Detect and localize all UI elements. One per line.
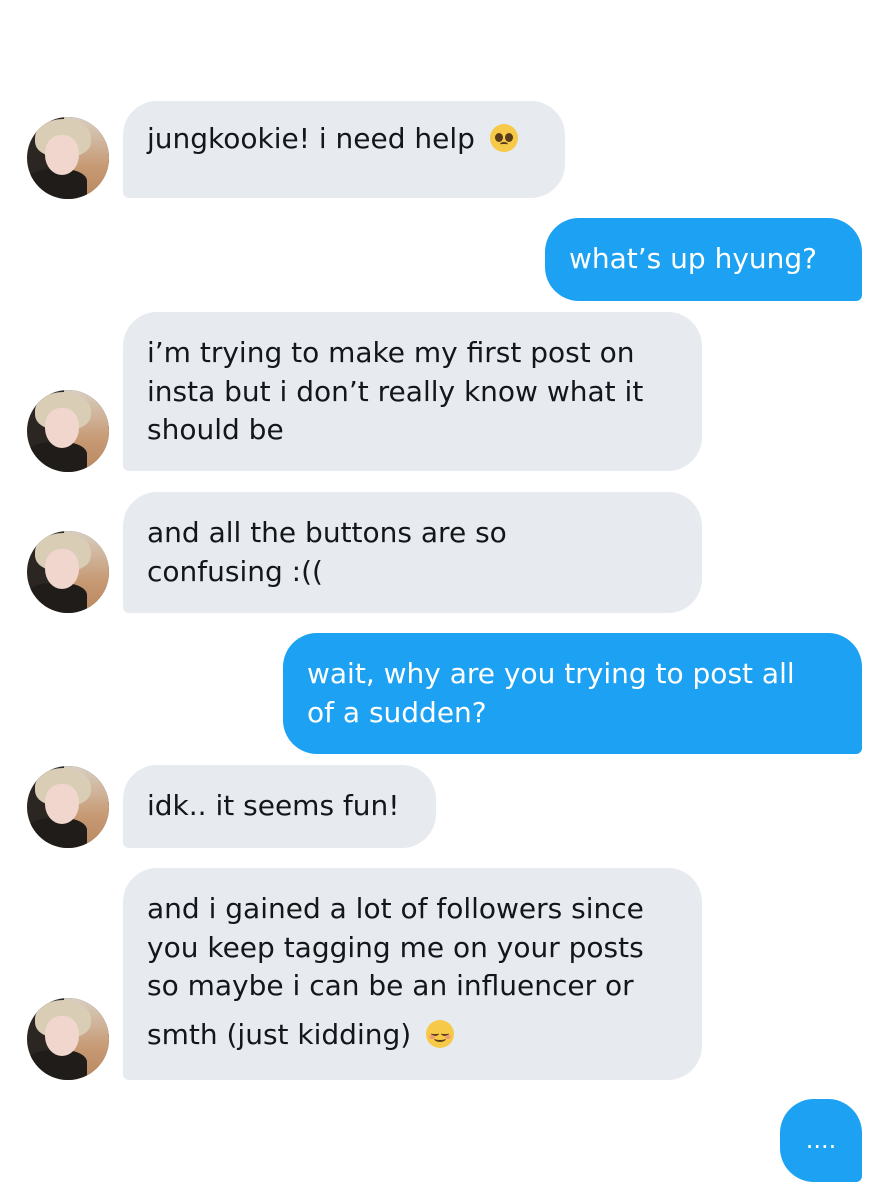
message-line: wait, why are you trying to post all [307,657,795,690]
message-line: should be [147,413,284,446]
avatar[interactable] [27,766,109,848]
message-line: i’m trying to make my first post on [147,336,635,369]
message-line: so maybe i can be an influencer or [147,969,634,1002]
message-line: and all the buttons are so [147,516,507,549]
message-text: idk.. it seems fun! [147,789,400,822]
message-text: jungkookie! i need help [147,122,475,155]
message-bubble[interactable]: .... [780,1099,862,1182]
message-line: smth (just kidding) [147,1017,412,1051]
message-text: what’s up hyung? [569,242,818,275]
message-line: you keep tagging me on your posts [147,930,644,964]
message-bubble[interactable]: wait, why are you trying to post all of … [283,633,862,754]
message-line: confusing :(( [147,554,323,588]
message-line: of a sudden? [307,695,487,729]
avatar[interactable] [27,117,109,199]
message-bubble[interactable]: idk.. it seems fun! [123,765,436,848]
avatar[interactable] [27,531,109,613]
message-bubble[interactable]: and i gained a lot of followers since yo… [123,868,702,1080]
message-bubble[interactable]: i’m trying to make my first post on inst… [123,312,702,471]
message-line: and i gained a lot of followers since [147,892,644,925]
smiling-face-icon [426,1019,455,1048]
avatar[interactable] [27,390,109,472]
message-bubble[interactable]: and all the buttons are so confusing :(( [123,492,702,613]
avatar[interactable] [27,998,109,1080]
message-bubble[interactable]: what’s up hyung? [545,218,862,301]
message-line: insta but i don’t really know what it [147,374,644,408]
message-text: .... [805,1126,837,1154]
message-bubble[interactable]: jungkookie! i need help [123,101,565,198]
pleading-face-icon [489,124,518,152]
